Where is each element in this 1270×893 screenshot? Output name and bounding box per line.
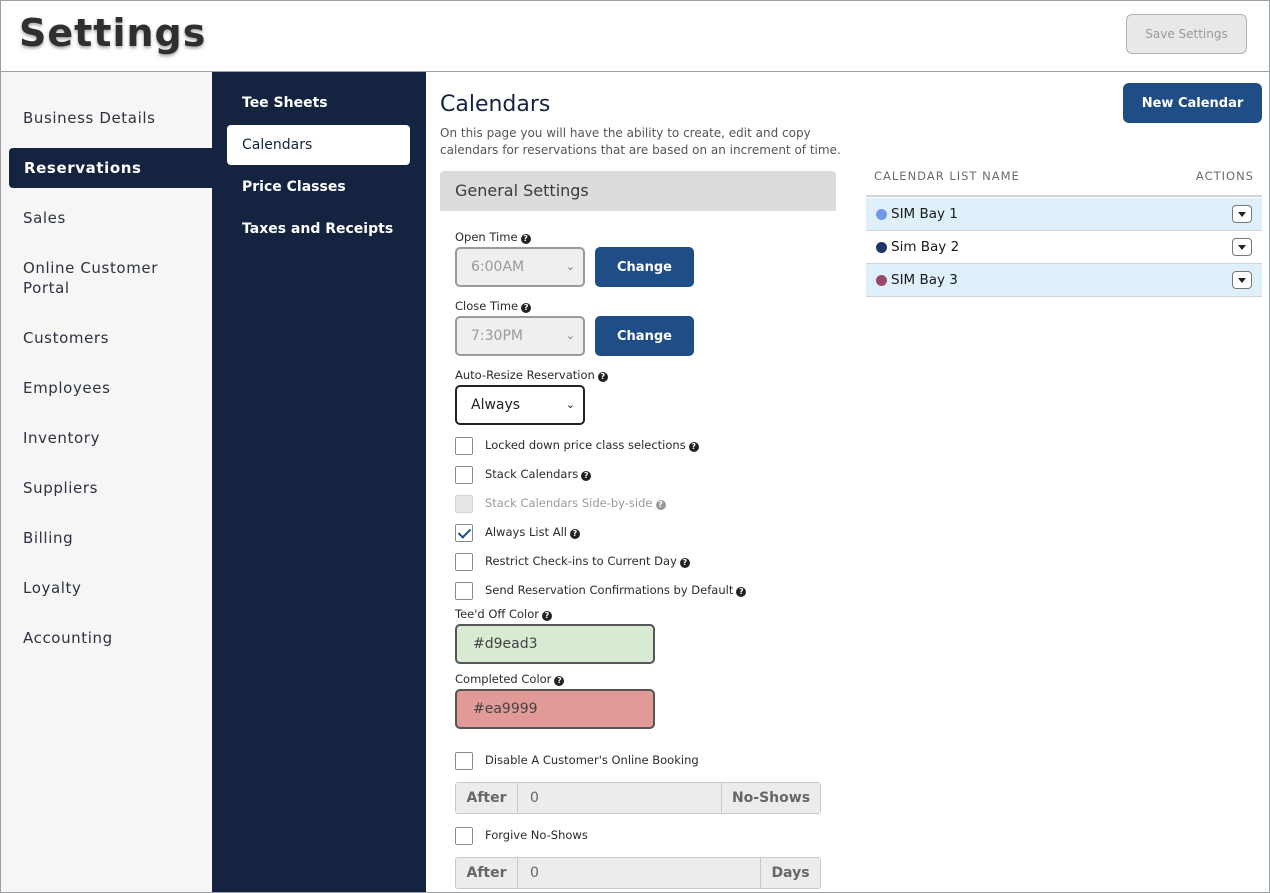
forgive-days-input[interactable]: 0 — [517, 858, 761, 888]
calendar-list-name-header: CALENDAR LIST NAME — [874, 169, 1020, 183]
app-window: Settings Save Settings Business Details … — [0, 0, 1270, 893]
stack-calendars-checkbox[interactable] — [455, 466, 473, 484]
help-icon[interactable]: ? — [597, 372, 608, 382]
section-title: Calendars — [440, 92, 551, 117]
general-settings-header: General Settings — [440, 171, 836, 211]
help-icon[interactable]: ? — [736, 587, 747, 597]
caret-down-icon[interactable] — [1232, 205, 1252, 223]
teed-off-color-input[interactable]: #d9ead3 — [455, 624, 655, 664]
sidebar-item-employees[interactable]: Employees — [1, 378, 212, 398]
help-icon[interactable]: ? — [521, 303, 532, 313]
calendar-name: SIM Bay 1 — [891, 206, 958, 222]
open-time-select: 6:00AM ⌄ — [455, 247, 585, 287]
close-time-select: 7:30PM ⌄ — [455, 316, 585, 356]
close-time-change-button[interactable]: Change — [595, 316, 694, 356]
calendar-row[interactable]: SIM Bay 3 — [866, 264, 1262, 297]
teed-off-color-label: Tee'd Off Color? — [455, 607, 552, 621]
calendar-name: Sim Bay 2 — [891, 239, 960, 255]
main-content: Calendars On this page you will have the… — [426, 72, 1269, 892]
help-icon[interactable]: ? — [569, 529, 580, 539]
no-show-suffix: No-Shows — [722, 783, 820, 813]
calendar-name: SIM Bay 3 — [891, 272, 958, 288]
subnav-item-price-classes[interactable]: Price Classes — [227, 167, 410, 207]
subnav-item-calendars[interactable]: Calendars — [227, 125, 410, 165]
help-icon[interactable]: ? — [554, 676, 565, 686]
open-time-label: Open Time? — [455, 230, 531, 244]
sidebar-item-business-details[interactable]: Business Details — [1, 108, 212, 128]
caret-down-icon[interactable] — [1232, 238, 1252, 256]
help-icon[interactable]: ? — [581, 471, 592, 481]
auto-resize-select[interactable]: Always ⌄ — [455, 385, 585, 425]
no-show-count-input[interactable]: 0 — [517, 783, 722, 813]
always-list-all-checkbox[interactable] — [455, 524, 473, 542]
completed-color-input[interactable]: #ea9999 — [455, 689, 655, 729]
sidebar-item-billing[interactable]: Billing — [1, 528, 212, 548]
restrict-checkins-checkbox[interactable] — [455, 553, 473, 571]
calendar-color-dot — [876, 242, 887, 253]
sidebar-item-sales[interactable]: Sales — [1, 208, 212, 228]
forgive-input-group: After 0 Days — [455, 857, 821, 889]
locked-price-class-checkbox[interactable] — [455, 437, 473, 455]
stack-side-by-side-checkbox — [455, 495, 473, 513]
completed-color-label: Completed Color? — [455, 672, 565, 686]
reservations-subnav: Tee Sheets Calendars Price Classes Taxes… — [212, 72, 426, 892]
no-show-prefix: After — [456, 783, 517, 813]
auto-resize-label: Auto-Resize Reservation? — [455, 368, 608, 382]
disable-booking-checkbox[interactable] — [455, 752, 473, 770]
page-title: Settings — [19, 11, 207, 55]
save-settings-button[interactable]: Save Settings — [1126, 14, 1247, 54]
section-description: On this page you will have the ability t… — [440, 126, 841, 157]
sidebar-item-loyalty[interactable]: Loyalty — [1, 578, 212, 598]
no-show-input-group: After 0 No-Shows — [455, 782, 821, 814]
sidebar-item-customers[interactable]: Customers — [1, 328, 212, 348]
chevron-down-icon: ⌄ — [565, 260, 575, 273]
sidebar-item-inventory[interactable]: Inventory — [1, 428, 212, 448]
close-time-label: Close Time? — [455, 299, 532, 313]
settings-sidebar: Business Details Reservations Sales Onli… — [1, 72, 212, 892]
calendar-row[interactable]: SIM Bay 1 — [866, 198, 1262, 231]
chevron-down-icon: ⌄ — [565, 398, 575, 411]
help-icon[interactable]: ? — [542, 611, 552, 621]
sidebar-item-reservations[interactable]: Reservations — [9, 148, 212, 188]
subnav-item-taxes-and-receipts[interactable]: Taxes and Receipts — [227, 209, 410, 249]
calendar-list-header: CALENDAR LIST NAME ACTIONS — [866, 169, 1262, 197]
sidebar-item-suppliers[interactable]: Suppliers — [1, 478, 212, 498]
open-time-change-button[interactable]: Change — [595, 247, 694, 287]
top-header: Settings Save Settings — [1, 1, 1269, 72]
calendar-list-actions-header: ACTIONS — [1195, 169, 1254, 183]
caret-down-icon[interactable] — [1232, 271, 1252, 289]
sidebar-item-accounting[interactable]: Accounting — [1, 628, 212, 648]
calendar-row[interactable]: Sim Bay 2 — [866, 231, 1262, 264]
calendar-color-dot — [876, 275, 887, 286]
forgive-prefix: After — [456, 858, 517, 888]
sidebar-item-online-customer-portal[interactable]: Online Customer Portal — [1, 258, 171, 298]
help-icon[interactable]: ? — [520, 234, 531, 244]
new-calendar-button[interactable]: New Calendar — [1123, 83, 1262, 123]
forgive-no-shows-checkbox[interactable] — [455, 827, 473, 845]
send-confirmations-checkbox[interactable] — [455, 582, 473, 600]
subnav-item-tee-sheets[interactable]: Tee Sheets — [227, 83, 410, 123]
help-icon[interactable]: ? — [679, 558, 690, 568]
chevron-down-icon: ⌄ — [565, 329, 575, 342]
forgive-suffix: Days — [761, 858, 820, 888]
help-icon[interactable]: ? — [688, 442, 699, 452]
calendar-color-dot — [876, 209, 887, 220]
help-icon[interactable]: ? — [655, 500, 666, 510]
